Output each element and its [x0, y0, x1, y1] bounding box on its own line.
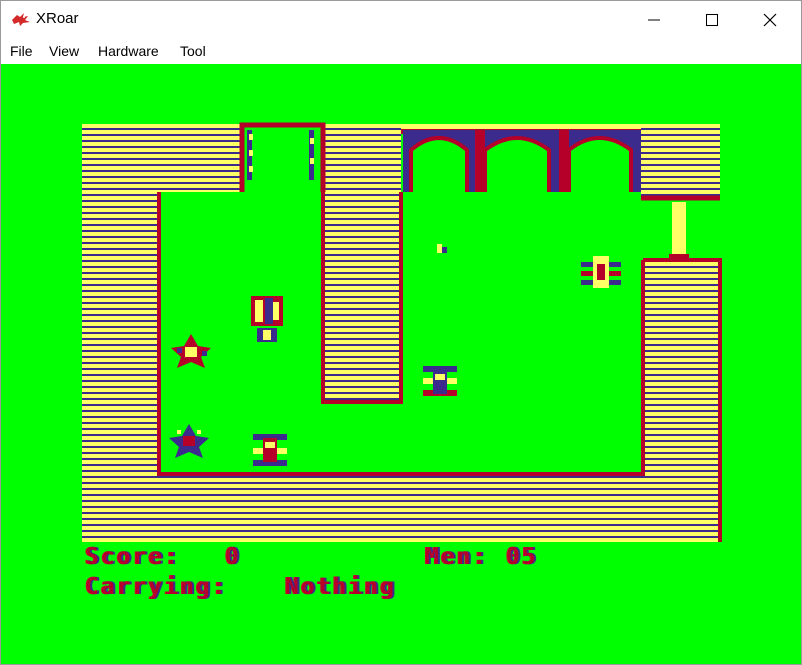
small-item — [437, 244, 447, 253]
menu-file[interactable]: File — [10, 42, 33, 60]
dragon-icon — [11, 11, 31, 27]
arches — [401, 124, 641, 192]
window-title: XRoar — [36, 10, 79, 27]
carrying-value: Nothing — [285, 574, 396, 600]
minimize-button[interactable] — [626, 0, 684, 39]
score-value: 0 — [225, 544, 241, 570]
menu-hardware[interactable]: Hardware — [98, 42, 159, 60]
close-button[interactable] — [742, 0, 800, 39]
maximize-button[interactable] — [684, 0, 742, 39]
minimize-icon — [648, 19, 660, 21]
menu-tool[interactable]: Tool — [180, 42, 206, 60]
player-knight — [251, 296, 283, 342]
menu-bar: File View Hardware Tool — [0, 39, 802, 63]
men-value: 05 — [506, 544, 538, 570]
game-screen[interactable]: Score: 0 Men: 05 Carrying: Nothing — [1, 64, 801, 664]
star-creature — [171, 334, 211, 368]
carrying-label: Carrying: — [85, 574, 228, 600]
title-bar: XRoar — [0, 0, 802, 39]
men-label: Men: — [425, 544, 489, 570]
spider-enemy — [253, 434, 287, 466]
menu-view[interactable]: View — [49, 42, 79, 60]
spider-enemy — [423, 366, 457, 396]
spider-enemy — [581, 256, 621, 288]
close-icon — [763, 13, 777, 27]
score-label: Score: — [85, 544, 181, 570]
star-creature — [169, 424, 209, 458]
maximize-icon — [706, 14, 718, 26]
maze-walls — [82, 122, 722, 542]
